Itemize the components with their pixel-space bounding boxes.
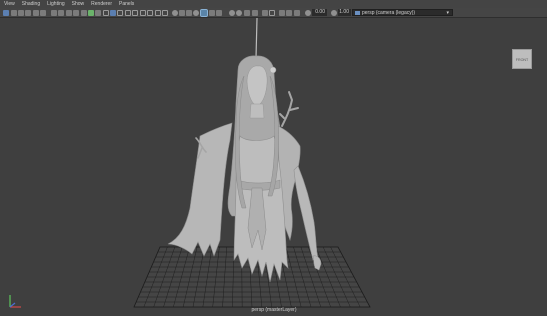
gamma-field[interactable]: 1.00 xyxy=(338,9,351,16)
use-lights-icon[interactable] xyxy=(140,10,146,16)
shadows-icon[interactable] xyxy=(147,10,153,16)
color-management-icon[interactable] xyxy=(252,10,258,16)
bookmarks-icon[interactable] xyxy=(25,10,31,16)
screen-space-ao-icon[interactable] xyxy=(155,10,161,16)
viewport-toolbar: 0.00 1.00 persp (camera (legacy)) ▾ xyxy=(0,8,547,18)
axis-gizmo-icon xyxy=(9,295,21,308)
view-transform-icon[interactable] xyxy=(244,10,250,16)
grease-pencil-icon[interactable] xyxy=(51,10,57,16)
xray-joints-icon[interactable] xyxy=(200,9,208,17)
image-plane-icon[interactable] xyxy=(33,10,39,16)
gamma-icon[interactable] xyxy=(236,10,242,16)
safe-title-icon[interactable] xyxy=(103,10,109,16)
lock-camera-icon[interactable] xyxy=(11,10,17,16)
chevron-down-icon: ▾ xyxy=(446,10,449,16)
resolution-gate-icon[interactable] xyxy=(73,10,79,16)
gamma-slider-icon[interactable] xyxy=(331,10,337,16)
view-transform-select[interactable]: persp (camera (legacy)) ▾ xyxy=(352,9,453,16)
menu-shading[interactable]: Shading xyxy=(22,0,40,8)
smooth-shade-icon[interactable] xyxy=(117,10,123,16)
menu-renderer[interactable]: Renderer xyxy=(91,0,112,8)
perspective-viewport[interactable]: FRONT persp (masterLayer) xyxy=(0,18,547,316)
field-chart-icon[interactable] xyxy=(88,10,94,16)
xray-components-icon[interactable] xyxy=(209,10,215,16)
xray-icon[interactable] xyxy=(193,10,199,16)
menu-lighting[interactable]: Lighting xyxy=(47,0,65,8)
backface-culling-icon[interactable] xyxy=(216,10,222,16)
camera-attributes-icon[interactable] xyxy=(18,10,24,16)
viewcube-face-label: FRONT xyxy=(515,58,529,62)
menu-show[interactable]: Show xyxy=(72,0,85,8)
depth-of-field-icon[interactable] xyxy=(179,10,185,16)
menu-panels[interactable]: Panels xyxy=(119,0,134,8)
hanging-string xyxy=(255,18,258,59)
select-camera-icon[interactable] xyxy=(3,10,9,16)
gate-mask-icon[interactable] xyxy=(81,10,87,16)
maya-viewport-window: View Shading Lighting Show Renderer Pane… xyxy=(0,0,547,316)
multisample-aa-icon[interactable] xyxy=(172,10,178,16)
light-icon[interactable] xyxy=(286,10,292,16)
safe-action-icon[interactable] xyxy=(95,10,101,16)
film-gate-icon[interactable] xyxy=(66,10,72,16)
camera-select-icon xyxy=(355,11,360,15)
camera-layer-label: persp (masterLayer) xyxy=(251,307,297,313)
isolate-select-icon[interactable] xyxy=(186,10,192,16)
hud-icon[interactable] xyxy=(262,10,268,16)
wireframe-icon[interactable] xyxy=(110,10,116,16)
panel-layout-icon[interactable] xyxy=(294,10,300,16)
viewcube[interactable]: FRONT xyxy=(512,49,532,69)
viewport-scene xyxy=(133,18,371,308)
textured-icon[interactable] xyxy=(132,10,138,16)
display-layer-icon[interactable] xyxy=(269,10,275,16)
camera-select-label: persp (camera (legacy)) xyxy=(362,10,416,16)
exposure-icon[interactable] xyxy=(229,10,235,16)
viewport-menubar: View Shading Lighting Show Renderer Pane… xyxy=(0,0,547,8)
menu-view[interactable]: View xyxy=(4,0,15,8)
exposure-field[interactable]: 0.00 xyxy=(312,9,327,16)
camera-icon[interactable] xyxy=(279,10,285,16)
motion-blur-icon[interactable] xyxy=(162,10,168,16)
two-d-pan-icon[interactable] xyxy=(40,10,46,16)
grid-toggle-icon[interactable] xyxy=(58,10,64,16)
wireframe-on-shaded-icon[interactable] xyxy=(125,10,131,16)
exposure-slider-icon[interactable] xyxy=(305,10,311,16)
